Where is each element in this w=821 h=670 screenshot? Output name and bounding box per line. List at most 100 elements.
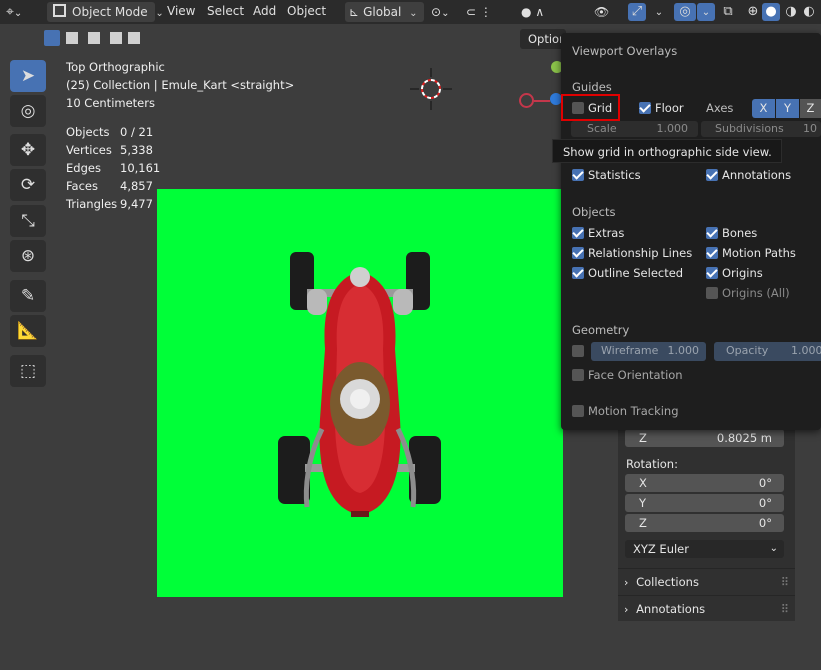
face-orientation-checkbox[interactable]: [572, 369, 584, 381]
tool-move[interactable]: ✥: [10, 134, 46, 166]
gizmo-toggle[interactable]: ⤢: [628, 3, 646, 21]
select-invert-icon[interactable]: [110, 32, 122, 44]
stat-label: Edges: [66, 161, 101, 175]
grid-scale-field[interactable]: Scale 1.000: [571, 121, 698, 137]
rotate-icon: ⟳: [20, 175, 36, 195]
visibility-dropdown[interactable]: 👁: [594, 2, 624, 22]
overlays-dropdown[interactable]: ⌄: [697, 3, 715, 21]
shading-material[interactable]: ◑: [782, 3, 800, 21]
rotation-x-field[interactable]: X 0°: [625, 474, 784, 492]
opacity-label: Opacity: [726, 344, 769, 357]
tool-measure[interactable]: 📐: [10, 315, 46, 347]
editor-type-button[interactable]: ⌖⌄: [6, 2, 40, 22]
ruler-icon: 📐: [17, 321, 39, 341]
options-button[interactable]: Option: [520, 29, 566, 49]
menu-view[interactable]: View: [167, 4, 195, 18]
geometry-heading: Geometry: [572, 323, 630, 337]
xray-toggle[interactable]: ⧉: [719, 3, 737, 21]
camera-frame: [157, 189, 563, 597]
menu-add[interactable]: Add: [253, 4, 276, 18]
motion-paths-checkbox[interactable]: [706, 247, 718, 259]
collection-info: (25) Collection | Emule_Kart <straight>: [66, 78, 295, 92]
wireframe-value: 1.000: [667, 344, 700, 357]
viewport-header: ⌖⌄ Object Mode View Select Add Object ⊾G…: [0, 0, 821, 24]
wireframe-checkbox[interactable]: [572, 345, 584, 357]
snap-target-icon: ⋮: [479, 5, 492, 19]
3d-cursor-icon: ◎: [20, 101, 36, 121]
rotation-y-field[interactable]: Y 0°: [625, 494, 784, 512]
menu-object[interactable]: Object: [287, 4, 326, 18]
scale-icon: ⤡: [21, 211, 35, 231]
shading-rendered[interactable]: ◐: [800, 3, 818, 21]
location-z-field[interactable]: Z 0.8025 m: [625, 429, 784, 447]
relationship-lines-label: Relationship Lines: [588, 246, 693, 260]
kart-model-icon[interactable]: [157, 189, 563, 597]
select-subtract-icon[interactable]: [88, 32, 100, 44]
gizmo-neg-x-icon[interactable]: [519, 93, 534, 108]
rotation-mode-dropdown[interactable]: XYZ Euler ⌄: [625, 540, 784, 558]
tool-scale[interactable]: ⤡: [10, 205, 46, 237]
opacity-value: 1.000: [791, 344, 821, 357]
select-extend-icon[interactable]: [66, 32, 78, 44]
collections-panel-header[interactable]: › Collections ⠿: [624, 573, 789, 591]
shading-wireframe[interactable]: ⊕: [744, 3, 762, 21]
origins-all-checkbox[interactable]: [706, 287, 718, 299]
stat-value: 0 / 21: [120, 125, 154, 139]
pencil-icon: ✎: [20, 286, 36, 306]
overlays-toggle[interactable]: ◎: [674, 3, 696, 21]
axis-x-toggle[interactable]: X: [752, 99, 775, 118]
rendered-sphere-icon: ◐: [803, 4, 815, 19]
pivot-point-dropdown[interactable]: ⊙⌄: [431, 2, 463, 22]
opacity-field[interactable]: Opacity 1.000: [714, 342, 821, 361]
tool-cursor[interactable]: ◎: [10, 95, 46, 127]
extras-checkbox[interactable]: [572, 227, 584, 239]
transform-orientation-dropdown[interactable]: ⊾ Global: [345, 2, 424, 22]
sidebar-panel: Z 0.8025 m Rotation: X 0° Y 0° Z 0° XYZ …: [618, 425, 795, 621]
annotations-panel-header[interactable]: › Annotations ⠿: [624, 600, 789, 618]
axis-z-toggle[interactable]: Z: [800, 99, 821, 118]
annotations-checkbox[interactable]: [706, 169, 718, 181]
gizmo-dropdown[interactable]: ⌄: [650, 3, 668, 21]
shading-solid[interactable]: ●: [762, 3, 780, 21]
wireframe-field[interactable]: Wireframe 1.000: [591, 342, 706, 361]
tool-select-box[interactable]: ➤: [10, 60, 46, 92]
proportional-icon: ●: [521, 5, 532, 19]
relationship-lines-checkbox[interactable]: [572, 247, 584, 259]
eye-icon: 👁: [594, 5, 610, 19]
menu-select[interactable]: Select: [207, 4, 244, 18]
mode-dropdown[interactable]: Object Mode: [47, 2, 155, 22]
tool-annotate[interactable]: ✎: [10, 280, 46, 312]
chevron-down-icon: ⌄: [701, 7, 711, 18]
field-label: Z: [639, 431, 647, 445]
3d-cursor-icon[interactable]: [410, 68, 452, 110]
origins-label: Origins: [722, 266, 763, 280]
proportional-edit[interactable]: ● ∧: [521, 2, 567, 22]
tool-add-cube[interactable]: ⬚: [10, 355, 46, 387]
floor-checkbox[interactable]: [639, 102, 651, 114]
drag-handle-icon[interactable]: ⠿: [781, 600, 789, 618]
tool-rotate[interactable]: ⟳: [10, 169, 46, 201]
grid-checkbox[interactable]: [572, 102, 584, 114]
outline-selected-checkbox[interactable]: [572, 267, 584, 279]
snap-toggle[interactable]: ⊂ ⋮: [466, 2, 516, 22]
cursor-arrow-icon: ➤: [20, 66, 36, 86]
orientation-icon: ⊾: [349, 5, 360, 19]
statistics-checkbox[interactable]: [572, 169, 584, 181]
material-sphere-icon: ◑: [785, 4, 797, 19]
select-intersect-icon[interactable]: [128, 32, 140, 44]
magnet-icon: ⊂: [466, 5, 477, 19]
stat-label: Objects: [66, 125, 110, 139]
gizmo-icon: ⤢: [631, 4, 643, 19]
grid-subdivisions-field[interactable]: Subdivisions 10: [701, 121, 821, 137]
origins-checkbox[interactable]: [706, 267, 718, 279]
motion-tracking-checkbox[interactable]: [572, 405, 584, 417]
tool-transform[interactable]: ⊛: [10, 240, 46, 272]
axis-y-toggle[interactable]: Y: [776, 99, 799, 118]
overlays-icon: ◎: [679, 4, 691, 19]
wireframe-label: Wireframe: [601, 344, 659, 357]
select-new-icon[interactable]: [44, 30, 60, 46]
field-value: 0°: [758, 476, 772, 490]
drag-handle-icon[interactable]: ⠿: [781, 573, 789, 591]
bones-checkbox[interactable]: [706, 227, 718, 239]
rotation-z-field[interactable]: Z 0°: [625, 514, 784, 532]
